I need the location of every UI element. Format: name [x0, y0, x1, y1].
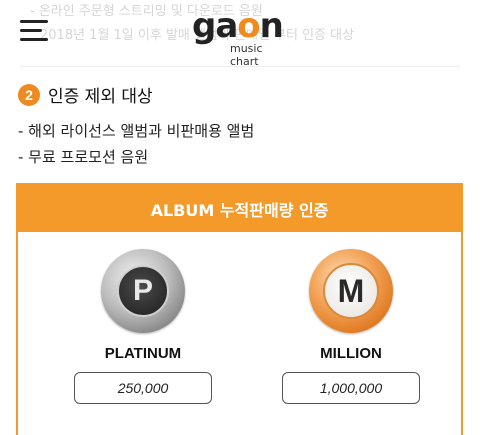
- gaon-logo[interactable]: gaon music chart: [192, 6, 292, 68]
- platinum-medal-letter: P: [117, 265, 169, 317]
- platinum-value-box: 250,000: [74, 372, 212, 404]
- certification-million: M MILLION 1,000,000: [256, 249, 446, 404]
- section-title: 인증 제외 대상: [48, 87, 153, 107]
- album-certification-box: ALBUM 누적판매량 인증 P PLATINUM 250,000 M MILL…: [16, 183, 463, 435]
- top-header: gaon music chart: [0, 0, 480, 68]
- million-label: MILLION: [320, 345, 382, 362]
- section-number-badge: 2: [18, 83, 40, 106]
- logo-subtitle: music chart: [230, 42, 263, 68]
- hamburger-menu-icon[interactable]: [20, 20, 48, 42]
- certification-header: ALBUM 누적판매량 인증: [18, 185, 461, 232]
- logo-wordmark: gaon: [192, 6, 284, 46]
- exclusion-item: - 무료 프로모션 음원: [18, 148, 149, 166]
- platinum-medal-icon: P: [101, 249, 185, 333]
- platinum-label: PLATINUM: [104, 345, 182, 362]
- million-medal-letter: M: [323, 263, 379, 319]
- million-medal-icon: M: [309, 249, 393, 333]
- million-value-box: 1,000,000: [282, 372, 420, 404]
- section-heading: 2 인증 제외 대상: [18, 82, 153, 107]
- certification-platinum: P PLATINUM 250,000: [48, 249, 238, 404]
- header-divider: [20, 66, 460, 67]
- exclusion-item: - 해외 라이선스 앨범과 비판매용 앨범: [18, 122, 255, 140]
